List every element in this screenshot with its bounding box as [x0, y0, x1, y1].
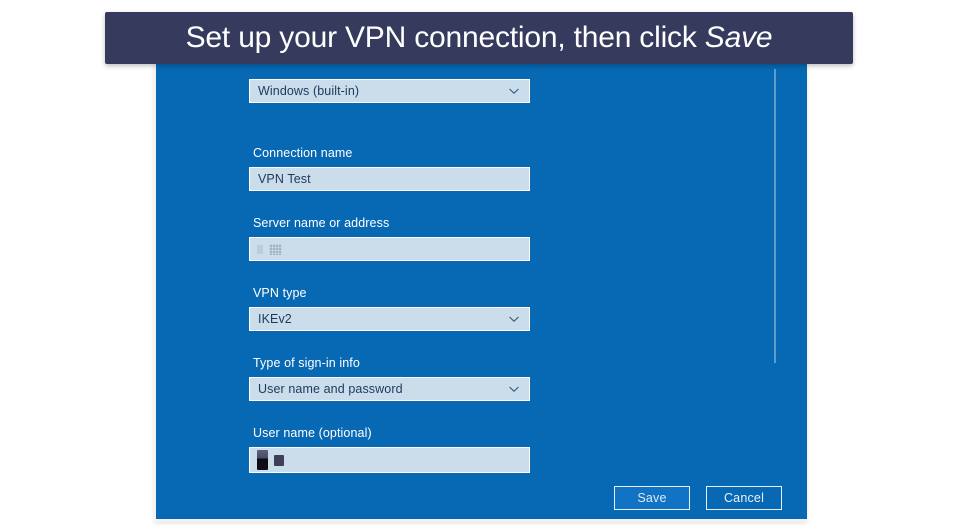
field-group-connection-name: Connection name VPN Test	[249, 146, 534, 191]
vertical-scrollbar-thumb[interactable]	[774, 69, 776, 363]
vpn-type-label: VPN type	[253, 286, 307, 300]
field-group-sign-in-type: Type of sign-in info User name and passw…	[249, 356, 534, 401]
field-group-user-name: User name (optional)	[249, 426, 534, 473]
chevron-down-icon	[508, 383, 520, 395]
vpn-provider-select[interactable]: Windows (built-in)	[249, 79, 530, 103]
save-button[interactable]: Save	[614, 486, 690, 510]
user-name-label: User name (optional)	[253, 426, 372, 440]
instruction-callout-banner: Set up your VPN connection, then click S…	[105, 12, 853, 64]
callout-text-before: Set up your VPN connection, then click	[185, 21, 705, 54]
redaction-block	[274, 454, 284, 466]
vpn-type-value: IKEv2	[258, 312, 292, 326]
vertical-scrollbar-track[interactable]	[774, 69, 777, 517]
dialog-button-row: Save Cancel	[614, 486, 782, 510]
vpn-type-select[interactable]: IKEv2	[249, 307, 530, 331]
vpn-settings-panel: Windows (built-in) Connection name VPN T…	[154, 64, 807, 522]
connection-name-label: Connection name	[253, 146, 353, 160]
user-name-input[interactable]	[249, 447, 530, 473]
chevron-down-icon	[508, 85, 520, 97]
server-name-label: Server name or address	[253, 216, 390, 230]
connection-name-input[interactable]: VPN Test	[249, 167, 530, 191]
server-name-input[interactable]	[249, 237, 530, 261]
field-group-vpn-provider: Windows (built-in)	[249, 79, 534, 103]
sign-in-type-label: Type of sign-in info	[253, 356, 360, 370]
connection-name-value: VPN Test	[258, 172, 311, 186]
field-group-vpn-type: VPN type IKEv2	[249, 286, 534, 331]
callout-text-emphasis: Save	[704, 21, 773, 54]
sign-in-type-select[interactable]: User name and password	[249, 377, 530, 401]
redaction-block	[257, 450, 268, 470]
chevron-down-icon	[508, 313, 520, 325]
server-name-redaction	[250, 243, 282, 255]
vpn-form: Windows (built-in) Connection name VPN T…	[249, 64, 534, 473]
instruction-callout-text: Set up your VPN connection, then click S…	[186, 22, 773, 54]
cancel-button[interactable]: Cancel	[706, 486, 782, 510]
field-group-server-name: Server name or address	[249, 216, 534, 261]
vpn-provider-value: Windows (built-in)	[258, 84, 360, 98]
redaction-block	[269, 243, 282, 255]
sign-in-type-value: User name and password	[258, 382, 403, 396]
user-name-redaction	[250, 450, 284, 470]
redaction-block	[257, 244, 263, 254]
